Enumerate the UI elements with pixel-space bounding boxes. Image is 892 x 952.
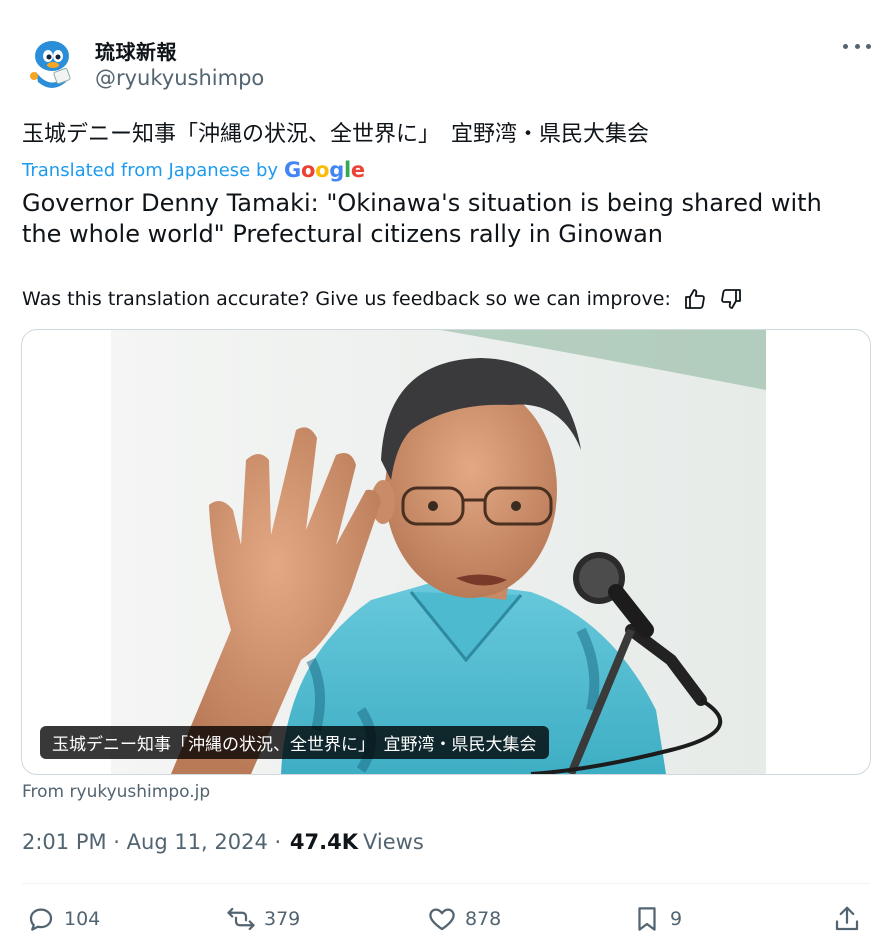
meta-separator: · [106, 830, 127, 854]
article-photo [111, 330, 766, 774]
avatar[interactable] [22, 32, 80, 90]
link-source[interactable]: From ryukyushimpo.jp [22, 782, 210, 802]
post-date[interactable]: Aug 11, 2024 [127, 830, 268, 854]
meta-separator: · [267, 830, 288, 854]
bookmark-icon [638, 907, 656, 931]
repost-count: 379 [264, 908, 301, 930]
reply-icon [29, 908, 53, 931]
like-count: 878 [465, 908, 502, 930]
thumbs-up-icon[interactable] [683, 287, 707, 311]
translation-attribution: Translated from Japanese by Google [22, 158, 365, 182]
translated-post-text: Governor Denny Tamaki: "Okinawa's situat… [22, 189, 822, 248]
views-count: 47.4K [289, 830, 358, 854]
translated-from-label: Translated from Japanese by [22, 159, 279, 181]
views-label: Views [362, 830, 424, 854]
share-icon [835, 906, 859, 931]
divider [22, 883, 870, 884]
account-name[interactable]: 琉球新報 [95, 36, 177, 65]
share-button[interactable] [832, 900, 862, 938]
link-card-caption: 玉城デニー知事「沖縄の状況、全世界に」 宜野湾・県民大集会 [40, 726, 549, 759]
thumbs-down-icon[interactable] [719, 287, 743, 311]
link-card[interactable]: 玉城デニー知事「沖縄の状況、全世界に」 宜野湾・県民大集会 [21, 329, 871, 775]
account-handle[interactable]: @ryukyushimpo [95, 66, 264, 90]
repost-icon [227, 907, 255, 931]
post-time[interactable]: 2:01 PM [22, 830, 107, 854]
like-button[interactable]: 878 [427, 900, 501, 938]
reply-count: 104 [64, 908, 101, 930]
translation-feedback: Was this translation accurate? Give us f… [22, 287, 743, 311]
original-post-text: 玉城デニー知事「沖縄の状況、全世界に」 宜野湾・県民大集会 [22, 122, 650, 147]
bookmark-count: 9 [670, 908, 683, 930]
google-logo: Google [284, 158, 365, 182]
bookmark-button[interactable]: 9 [632, 900, 682, 938]
feedback-prompt: Was this translation accurate? Give us f… [22, 288, 671, 310]
repost-button[interactable]: 379 [226, 900, 300, 938]
post-meta: 2:01 PM · Aug 11, 2024 · 47.4K Views [22, 830, 424, 854]
like-icon [429, 908, 455, 931]
more-icon[interactable] [843, 36, 871, 56]
reply-button[interactable]: 104 [26, 900, 100, 938]
